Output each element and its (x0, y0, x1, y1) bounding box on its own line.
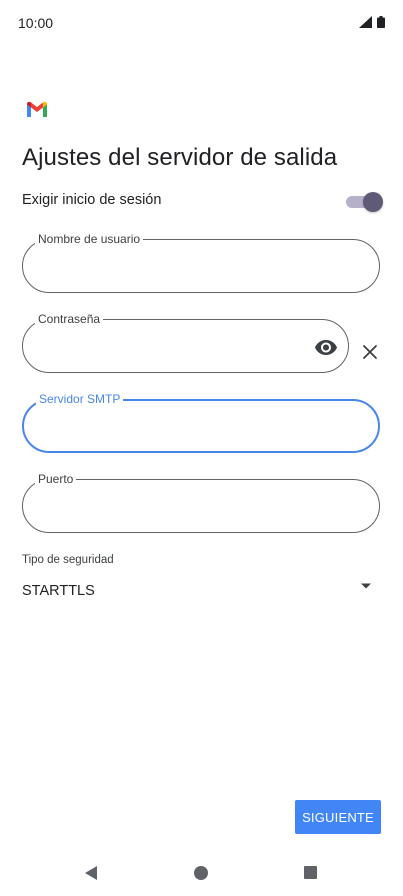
signal-icon (359, 16, 372, 28)
recents-icon[interactable] (304, 866, 317, 879)
smtp-server-input[interactable] (38, 415, 364, 439)
require-login-label: Exigir inicio de sesión (22, 192, 162, 208)
status-icons (359, 16, 385, 28)
port-field-label: Puerto (35, 471, 77, 487)
smtp-server-field[interactable]: Servidor SMTP (22, 391, 380, 453)
username-field[interactable]: Nombre de usuario (22, 231, 380, 293)
toggle-thumb (363, 192, 383, 212)
security-type-value: STARTTLS (22, 583, 95, 599)
eye-icon[interactable] (314, 335, 338, 359)
password-input[interactable] (37, 334, 304, 358)
username-field-label: Nombre de usuario (35, 231, 144, 247)
close-icon[interactable] (360, 342, 380, 362)
home-icon[interactable] (194, 866, 208, 880)
status-bar: 10:00 (0, 0, 403, 46)
back-icon[interactable] (83, 865, 99, 881)
password-field-label: Contraseña (35, 311, 104, 327)
username-input[interactable] (37, 254, 365, 278)
dropdown-arrow-icon (361, 583, 371, 589)
port-input[interactable] (37, 494, 365, 518)
navigation-bar (0, 854, 403, 896)
security-type-select[interactable]: STARTTLS (22, 578, 378, 606)
security-type-label: Tipo de seguridad (22, 554, 114, 566)
require-login-row: Exigir inicio de sesión (22, 188, 383, 214)
require-login-toggle[interactable] (346, 191, 383, 212)
battery-icon (377, 16, 385, 28)
page-title: Ajustes del servidor de salida (22, 144, 338, 171)
port-field[interactable]: Puerto (22, 471, 380, 533)
status-time: 10:00 (18, 15, 54, 31)
password-field[interactable]: Contraseña (22, 311, 349, 373)
next-button[interactable]: SIGUIENTE (295, 800, 381, 834)
smtp-server-field-label: Servidor SMTP (36, 391, 124, 407)
gmail-logo-icon (27, 101, 47, 117)
